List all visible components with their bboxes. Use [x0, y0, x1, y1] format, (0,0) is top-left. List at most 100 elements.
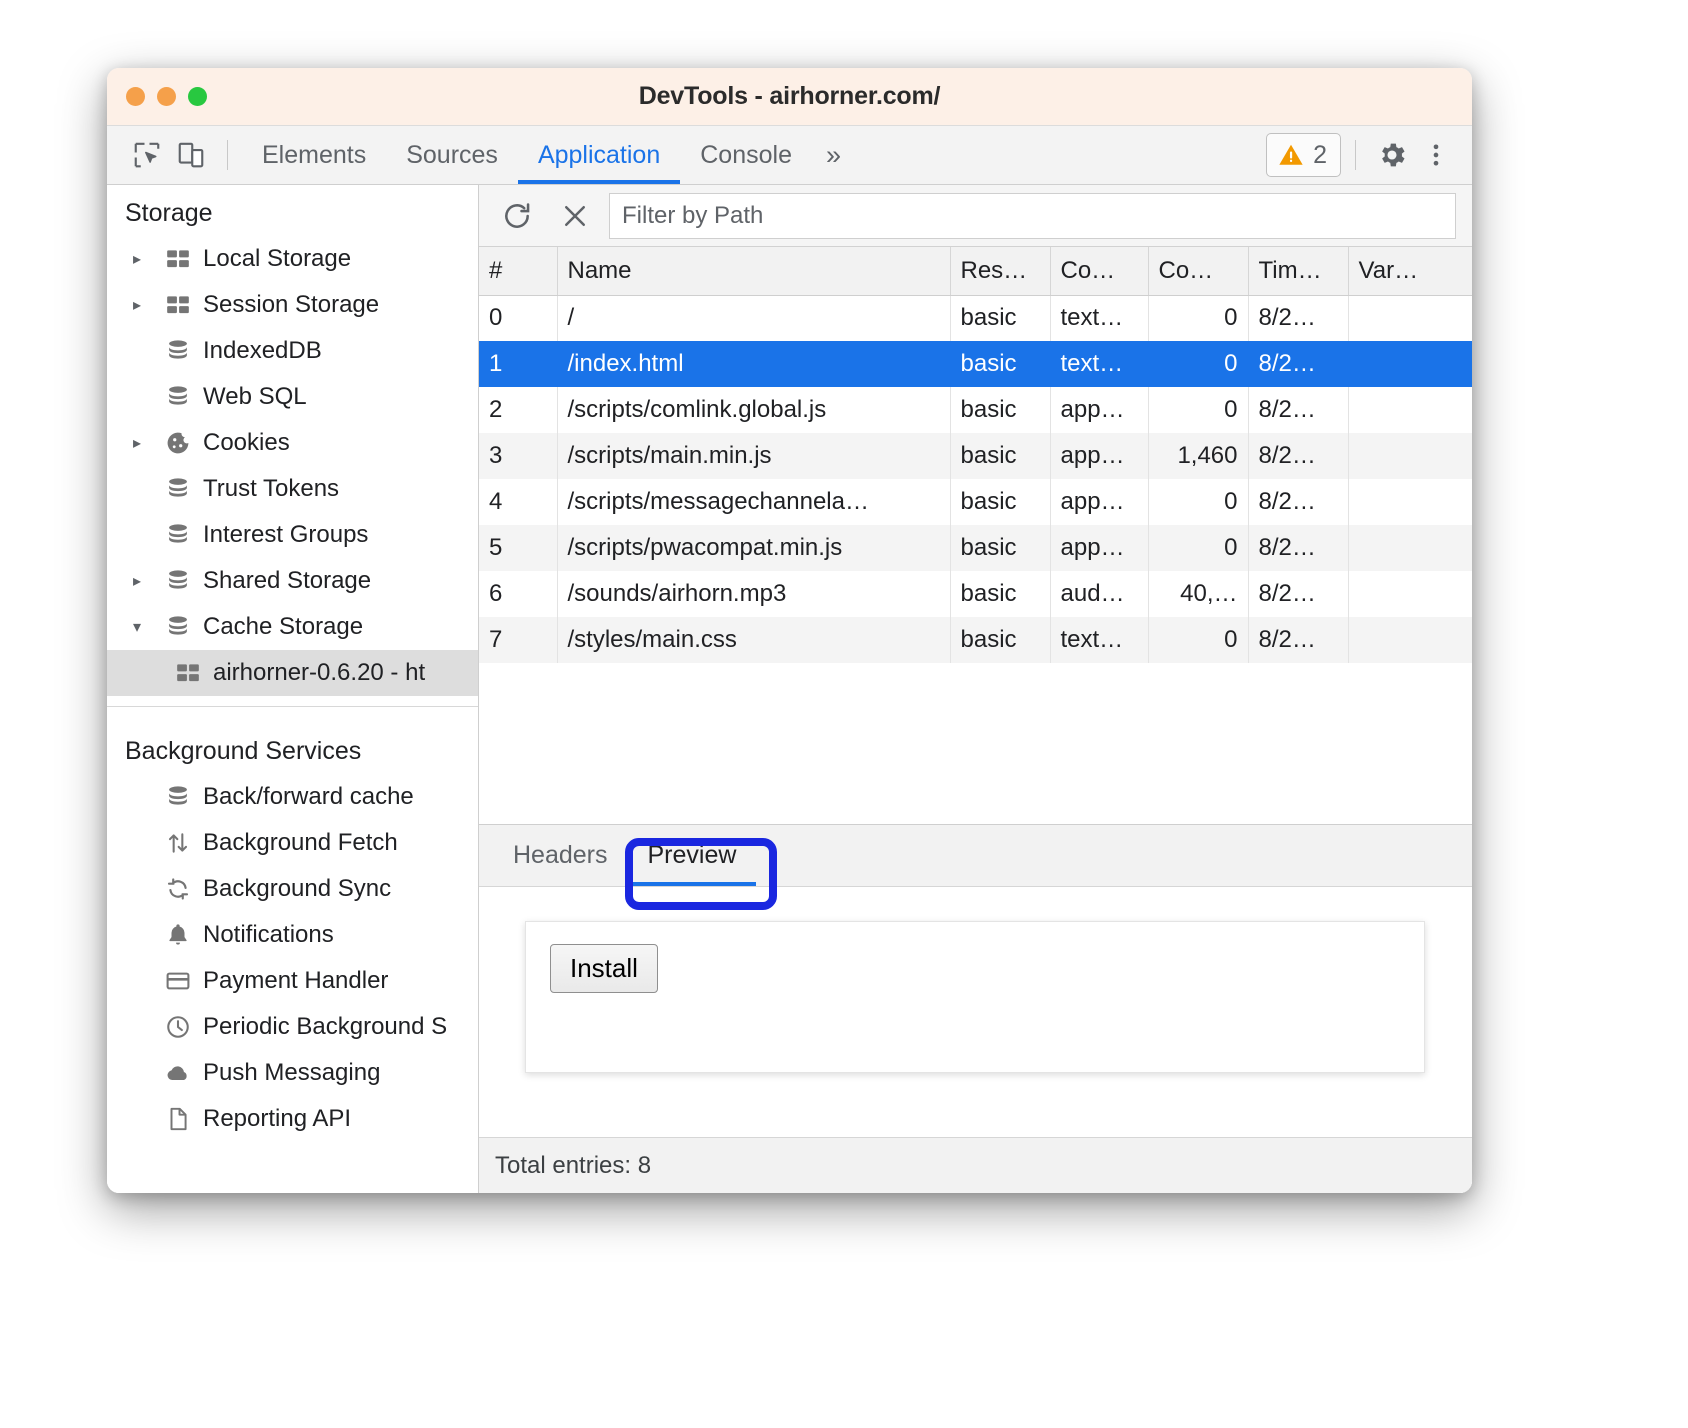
tab-application-label: Application	[538, 141, 660, 170]
sidebar-item-back-forward-cache[interactable]: Back/forward cache	[107, 774, 478, 820]
cell-vary-header	[1348, 617, 1472, 663]
sidebar-item-back-forward-cache-label: Back/forward cache	[197, 783, 414, 811]
tab-application[interactable]: Application	[518, 126, 680, 184]
grid-header-row: # Name Res… Co… Co… Tim… Var…	[479, 247, 1472, 295]
cell-response-type: basic	[950, 525, 1050, 571]
sidebar-item-indexeddb-label: IndexedDB	[197, 337, 322, 365]
table-row[interactable]: 7 /styles/main.css basic text… 0 8/2…	[479, 617, 1472, 663]
cell-name: /scripts/pwacompat.min.js	[557, 525, 950, 571]
table-row[interactable]: 2 /scripts/comlink.global.js basic app… …	[479, 387, 1472, 433]
screenshot-root: DevTools - airhorner.com/ Elements	[0, 0, 1688, 1428]
sidebar-item-cookies-label: Cookies	[197, 429, 290, 457]
cell-name: /index.html	[557, 341, 950, 387]
more-tabs-button[interactable]: »	[812, 126, 855, 184]
sidebar-item-background-sync[interactable]: Background Sync	[107, 866, 478, 912]
tab-elements-label: Elements	[262, 141, 366, 170]
cell-content-length: 0	[1148, 295, 1248, 341]
toolbar-divider-2	[1355, 140, 1356, 170]
refresh-icon[interactable]	[493, 192, 541, 240]
column-header-name[interactable]: Name	[557, 247, 950, 295]
more-tabs-label: »	[826, 140, 841, 171]
sidebar-item-web-sql[interactable]: Web SQL	[107, 374, 478, 420]
table-icon	[169, 660, 207, 686]
sidebar-item-notifications[interactable]: Notifications	[107, 912, 478, 958]
sidebar-item-push-messaging[interactable]: Push Messaging	[107, 1050, 478, 1096]
chevron-right-icon[interactable]: ▸	[133, 249, 159, 269]
kebab-menu-icon[interactable]	[1414, 133, 1458, 177]
cell-content-type: text…	[1050, 617, 1148, 663]
cell-index: 2	[479, 387, 557, 433]
column-header-time-cached[interactable]: Tim…	[1248, 247, 1348, 295]
cell-time-cached: 8/2…	[1248, 617, 1348, 663]
sidebar-item-periodic-background-sync[interactable]: Periodic Background S	[107, 1004, 478, 1050]
cell-content-length: 1,460	[1148, 433, 1248, 479]
panel-tab-list: Elements Sources Application Console »	[242, 126, 855, 184]
table-row[interactable]: 1 /index.html basic text… 0 8/2…	[479, 341, 1472, 387]
bell-icon	[159, 922, 197, 948]
warning-badge[interactable]: 2	[1266, 133, 1341, 177]
delete-x-icon[interactable]	[551, 192, 599, 240]
total-entries-label: Total entries: 8	[495, 1152, 651, 1180]
tab-elements[interactable]: Elements	[242, 126, 386, 184]
cell-time-cached: 8/2…	[1248, 433, 1348, 479]
device-toolbar-icon[interactable]	[169, 133, 213, 177]
cell-vary-header	[1348, 341, 1472, 387]
window-titlebar: DevTools - airhorner.com/	[107, 68, 1472, 126]
inspect-element-icon[interactable]	[125, 133, 169, 177]
column-header-response-type[interactable]: Res…	[950, 247, 1050, 295]
sidebar-item-shared-storage[interactable]: ▸ Shared Storage	[107, 558, 478, 604]
cell-content-length: 0	[1148, 617, 1248, 663]
sidebar-item-cache-storage[interactable]: ▾ Cache Storage	[107, 604, 478, 650]
credit-card-icon	[159, 968, 197, 994]
gear-icon[interactable]	[1370, 133, 1414, 177]
sidebar-item-background-fetch[interactable]: Background Fetch	[107, 820, 478, 866]
status-bar: Total entries: 8	[479, 1137, 1472, 1193]
sidebar-item-web-sql-label: Web SQL	[197, 383, 307, 411]
cell-time-cached: 8/2…	[1248, 571, 1348, 617]
sidebar-item-interest-groups[interactable]: Interest Groups	[107, 512, 478, 558]
cell-vary-header	[1348, 479, 1472, 525]
chevron-right-icon[interactable]: ▸	[133, 433, 159, 453]
cell-response-type: basic	[950, 341, 1050, 387]
cell-index: 5	[479, 525, 557, 571]
sidebar-item-local-storage-label: Local Storage	[197, 245, 351, 273]
tab-console[interactable]: Console	[680, 126, 812, 184]
table-row[interactable]: 6 /sounds/airhorn.mp3 basic aud… 40,… 8/…	[479, 571, 1472, 617]
sidebar-item-local-storage[interactable]: ▸ Local Storage	[107, 236, 478, 282]
tab-sources[interactable]: Sources	[386, 126, 518, 184]
tab-preview[interactable]: Preview	[628, 825, 757, 886]
database-icon	[159, 614, 197, 640]
table-row[interactable]: 3 /scripts/main.min.js basic app… 1,460 …	[479, 433, 1472, 479]
sidebar-item-notifications-label: Notifications	[197, 921, 334, 949]
sidebar-item-session-storage-label: Session Storage	[197, 291, 379, 319]
sidebar-item-interest-groups-label: Interest Groups	[197, 521, 368, 549]
column-header-content-type[interactable]: Co…	[1050, 247, 1148, 295]
cell-content-length: 0	[1148, 525, 1248, 571]
cell-index: 7	[479, 617, 557, 663]
cell-time-cached: 8/2…	[1248, 387, 1348, 433]
install-button[interactable]: Install	[550, 944, 658, 993]
sidebar-item-payment-handler[interactable]: Payment Handler	[107, 958, 478, 1004]
cell-name: /scripts/messagechannela…	[557, 479, 950, 525]
devtools-body: Storage ▸ Local Storage	[107, 185, 1472, 1193]
cell-content-type: app…	[1050, 387, 1148, 433]
filter-by-path-input[interactable]	[609, 193, 1456, 239]
cloud-icon	[159, 1060, 197, 1086]
sidebar-item-indexeddb[interactable]: IndexedDB	[107, 328, 478, 374]
tab-headers[interactable]: Headers	[493, 825, 628, 886]
sidebar-item-trust-tokens[interactable]: Trust Tokens	[107, 466, 478, 512]
table-row[interactable]: 0 / basic text… 0 8/2…	[479, 295, 1472, 341]
sidebar-item-shared-storage-label: Shared Storage	[197, 567, 371, 595]
column-header-vary-header[interactable]: Var…	[1348, 247, 1472, 295]
sidebar-item-cookies[interactable]: ▸ Cookies	[107, 420, 478, 466]
table-row[interactable]: 5 /scripts/pwacompat.min.js basic app… 0…	[479, 525, 1472, 571]
sidebar-item-reporting-api[interactable]: Reporting API	[107, 1096, 478, 1142]
table-row[interactable]: 4 /scripts/messagechannela… basic app… 0…	[479, 479, 1472, 525]
chevron-right-icon[interactable]: ▸	[133, 571, 159, 591]
sidebar-item-airhorner-cache[interactable]: airhorner-0.6.20 - ht	[107, 650, 478, 696]
chevron-right-icon[interactable]: ▸	[133, 295, 159, 315]
chevron-down-icon[interactable]: ▾	[133, 617, 159, 637]
column-header-content-length[interactable]: Co…	[1148, 247, 1248, 295]
column-header-index[interactable]: #	[479, 247, 557, 295]
sidebar-item-session-storage[interactable]: ▸ Session Storage	[107, 282, 478, 328]
